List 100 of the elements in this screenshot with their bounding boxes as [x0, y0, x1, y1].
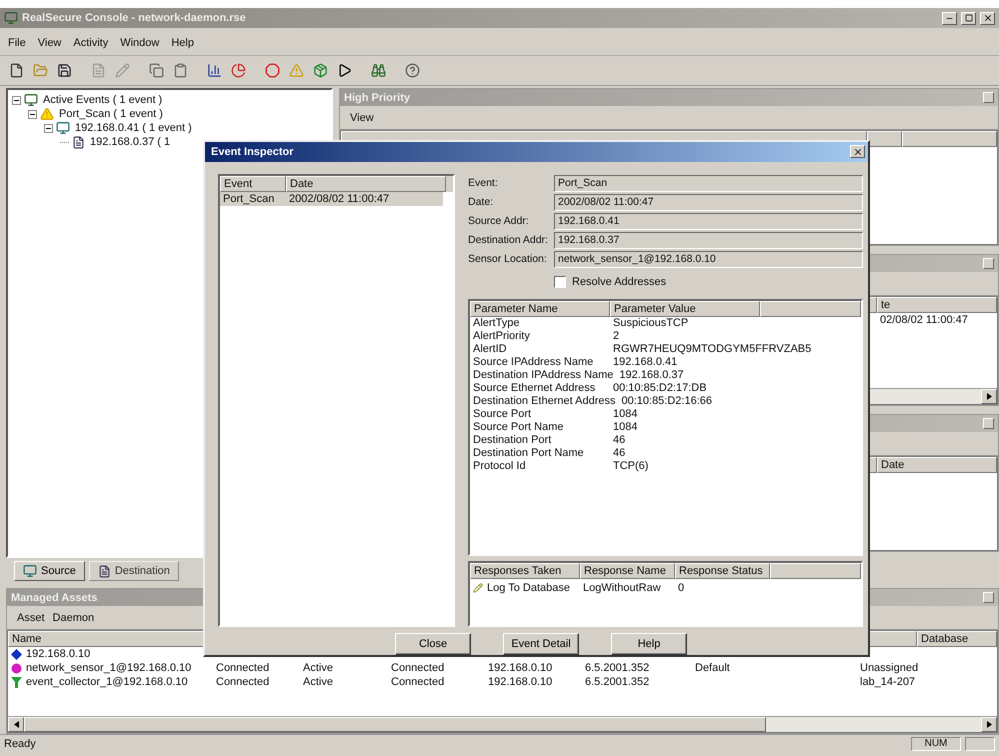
panel-button[interactable] — [983, 258, 994, 269]
column-header[interactable]: Database — [917, 631, 997, 647]
minimize-button[interactable] — [942, 12, 957, 24]
table-cell: Destination Port — [473, 434, 552, 446]
table-cell: Destination IPAddress Name — [473, 369, 614, 382]
tab[interactable]: Source — [14, 561, 85, 581]
table-cell: 46 — [613, 434, 626, 446]
field-label: Sensor Location: — [468, 253, 548, 266]
scrollbar[interactable] — [8, 716, 997, 732]
dialog-button[interactable]: Event Detail — [503, 633, 579, 655]
table-cell: Connected — [216, 676, 270, 688]
table-cell: 192.168.0.10 — [26, 648, 90, 660]
tree-item[interactable]: 192.168.0.41 ( 1 event ) — [73, 122, 194, 134]
status-text: Ready — [4, 738, 37, 750]
table-cell: 192.168.0.10 — [488, 676, 552, 688]
column-header[interactable]: Response Name — [580, 563, 675, 579]
menu-item[interactable]: Activity — [73, 36, 108, 48]
column-header[interactable]: Date — [286, 176, 446, 192]
checkbox[interactable] — [554, 276, 566, 288]
left-arrow-icon — [14, 721, 18, 728]
table-cell: lab_14-207 — [860, 676, 916, 688]
collapse-icon[interactable] — [12, 96, 21, 104]
close-icon — [852, 146, 862, 157]
scroll-left-button[interactable] — [8, 717, 24, 732]
dialog-button[interactable]: Help — [611, 633, 687, 655]
table-cell: Connected — [216, 662, 270, 674]
scroll-right-button[interactable] — [981, 717, 997, 732]
column-header[interactable]: Response Status — [675, 563, 770, 579]
table-cell: 1084 — [613, 421, 638, 434]
table-cell: TCP(6) — [613, 460, 648, 472]
menu-item[interactable]: Help — [171, 36, 194, 48]
table-cell: RGWR7HEUQ9MTODGYM5FFRVZAB5 — [613, 343, 812, 356]
panel-title: High Priority — [344, 92, 412, 104]
pencil-icon — [473, 583, 483, 593]
field-value: Port_Scan — [554, 174, 863, 192]
tree-item[interactable]: Active Events ( 1 event ) — [41, 94, 164, 106]
column-header[interactable]: Event — [220, 176, 286, 192]
menu-item[interactable]: File — [8, 36, 26, 48]
menu-item[interactable]: Daemon — [52, 612, 94, 624]
dialog-button[interactable]: Close — [395, 633, 471, 655]
table-cell: Active — [303, 676, 333, 688]
scroll-right-button[interactable] — [981, 389, 997, 404]
table-cell: Destination Ethernet Address — [473, 395, 616, 408]
app-icon — [4, 11, 18, 25]
column-header[interactable]: Responses Taken — [470, 563, 580, 579]
table-cell: event_collector_1@192.168.0.10 — [26, 676, 188, 688]
close-button[interactable] — [980, 12, 995, 24]
tab[interactable]: Destination — [88, 561, 179, 581]
menu-item[interactable]: View — [38, 36, 62, 48]
table-cell: Source Port — [473, 408, 532, 420]
table-cell: LogWithoutRaw — [583, 582, 661, 594]
table-cell: 192.168.0.41 — [613, 356, 678, 368]
column-header[interactable]: te — [877, 297, 997, 313]
column-header[interactable]: Date — [877, 457, 997, 473]
funnel-icon — [11, 676, 22, 688]
menu-item[interactable]: View — [350, 112, 374, 124]
table-cell: 192.168.0.10 — [488, 662, 552, 674]
tree-item[interactable]: Port_Scan ( 1 event ) — [57, 108, 165, 120]
field-value: network_sensor_1@192.168.0.10 — [554, 250, 863, 268]
table-cell: 00:10:85:D2:16:66 — [621, 395, 712, 408]
field-value: 192.168.0.41 — [554, 212, 863, 230]
table-cell: 46 — [613, 447, 626, 460]
document-icon — [72, 136, 85, 148]
maximize-button[interactable] — [961, 12, 976, 24]
window-title: RealSecure Console - network-daemon.rse — [22, 12, 247, 24]
right-arrow-icon — [986, 721, 992, 728]
dialog-title: Event Inspector — [211, 146, 295, 158]
table-cell: Unassigned — [860, 662, 918, 674]
collapse-icon[interactable] — [44, 124, 53, 132]
table-cell-text: 02/08/02 11:00:47 — [879, 314, 969, 326]
panel-button[interactable] — [983, 592, 994, 603]
table-cell: AlertType — [473, 317, 520, 330]
panel-button[interactable] — [983, 418, 994, 429]
column-header[interactable]: Parameter Name — [470, 300, 610, 317]
table-cell: 00:10:85:D2:17:DB — [613, 382, 707, 394]
column-header[interactable] — [760, 300, 861, 317]
menu-item[interactable]: Window — [120, 36, 160, 48]
table-cell: 6.5.2001.352 — [585, 662, 650, 674]
table-cell: Protocol Id — [473, 460, 526, 472]
close-icon — [982, 13, 992, 23]
field-value: 192.168.0.37 — [554, 232, 863, 249]
checkbox-label: Resolve Addresses — [572, 276, 666, 288]
table-cell: Active — [303, 662, 333, 674]
table-cell: 0 — [678, 582, 684, 594]
right-arrow-icon — [986, 393, 992, 400]
circle-icon — [11, 662, 22, 674]
collapse-icon[interactable] — [28, 110, 37, 118]
num-lock-indicator: NUM — [911, 736, 961, 750]
field-label: Destination Addr: — [468, 234, 549, 246]
field-label: Event: — [468, 177, 499, 190]
table-cell: AlertPriority — [473, 330, 530, 342]
event-row[interactable]: Port_Scan 2002/08/02 11:00:47 — [220, 192, 443, 206]
table-cell: Default — [695, 662, 730, 674]
table-cell: Log To Database — [487, 582, 570, 594]
column-header[interactable]: Parameter Value — [610, 300, 760, 317]
tree-item[interactable]: 192.168.0.37 ( 1 — [88, 136, 172, 148]
menu-item[interactable]: Asset — [17, 612, 45, 624]
panel-button[interactable] — [983, 92, 994, 103]
close-button[interactable] — [850, 145, 865, 158]
table-cell: Connected — [391, 676, 444, 688]
